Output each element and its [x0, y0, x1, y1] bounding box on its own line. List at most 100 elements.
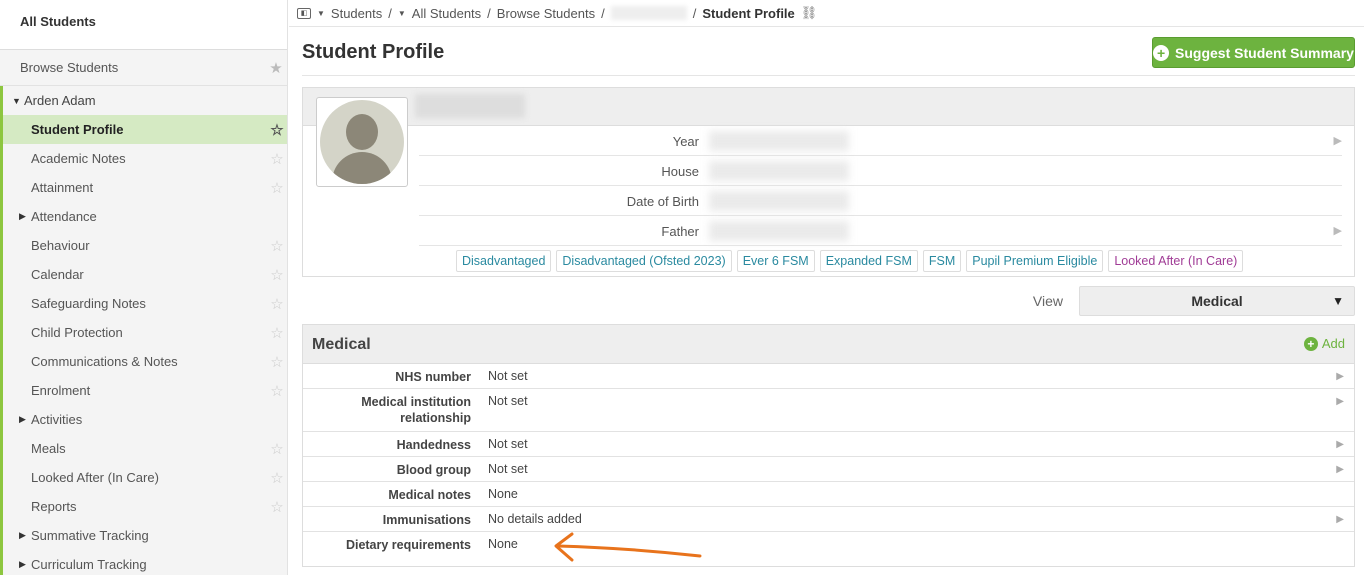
- title-row: Student Profile + Suggest Student Summar…: [302, 36, 1355, 76]
- sidebar-student-name[interactable]: ▼ Arden Adam: [3, 86, 287, 115]
- sidebar-item-behaviour[interactable]: Behaviour ☆: [3, 231, 287, 260]
- tag-looked-after-in-care[interactable]: Looked After (In Care): [1108, 250, 1244, 272]
- caret-right-icon: ▶: [19, 211, 26, 221]
- profile-field-year[interactable]: Year ▶: [419, 126, 1342, 156]
- breadcrumb-browse-students[interactable]: Browse Students: [497, 6, 595, 21]
- star-icon[interactable]: ☆: [269, 498, 285, 516]
- profile-info-rows: Year ▶ House Date of Birth Father ▶: [419, 126, 1342, 246]
- medical-row-blood-group[interactable]: Blood group Not set ▶: [303, 457, 1354, 482]
- tag-pupil-premium-eligible[interactable]: Pupil Premium Eligible: [966, 250, 1104, 272]
- sidebar-item-label: Enrolment: [31, 383, 91, 398]
- sidebar-item-label: Looked After (In Care): [31, 470, 159, 485]
- medical-row-immunisations[interactable]: Immunisations No details added ▶: [303, 507, 1354, 532]
- medical-rows: NHS number Not set ▶ Medical institution re…: [303, 364, 1354, 557]
- breadcrumb-all-students[interactable]: All Students: [412, 6, 481, 21]
- medical-row-value: No details added: [488, 512, 582, 526]
- tag-disadvantaged-ofsted-2023[interactable]: Disadvantaged (Ofsted 2023): [556, 250, 732, 272]
- sidebar-item-summative-tracking[interactable]: ▶ Summative Tracking: [3, 521, 287, 550]
- sidebar-item-browse-students[interactable]: Browse Students ★: [0, 50, 287, 86]
- caret-right-icon: ▶: [19, 559, 26, 569]
- sidebar-item-meals[interactable]: Meals ☆: [3, 434, 287, 463]
- medical-header: Medical + Add: [303, 325, 1354, 364]
- medical-row-label: Medical institution relationship: [361, 395, 471, 425]
- star-icon[interactable]: ★: [268, 59, 284, 77]
- view-row: View Medical ▼: [302, 286, 1355, 316]
- add-medical-button[interactable]: + Add: [1303, 336, 1345, 351]
- profile-field-father[interactable]: Father ▶: [419, 216, 1342, 246]
- sidebar-item-communications-notes[interactable]: Communications & Notes ☆: [3, 347, 287, 376]
- medical-row-label: NHS number: [395, 370, 471, 384]
- caret-right-icon[interactable]: ▶: [1334, 224, 1342, 237]
- chevron-down-icon[interactable]: ▼: [398, 9, 406, 18]
- star-icon[interactable]: ☆: [269, 295, 285, 313]
- caret-down-icon: ▼: [1332, 294, 1344, 308]
- avatar: [316, 97, 408, 187]
- add-label: Add: [1321, 336, 1345, 351]
- sidebar-item-looked-after-in-care[interactable]: Looked After (In Care) ☆: [3, 463, 287, 492]
- sidebar-item-safeguarding-notes[interactable]: Safeguarding Notes ☆: [3, 289, 287, 318]
- breadcrumb-separator: /: [388, 5, 392, 21]
- sidebar-item-label: Meals: [31, 441, 66, 456]
- sidebar-item-academic-notes[interactable]: Academic Notes ☆: [3, 144, 287, 173]
- sidebar-item-label: Calendar: [31, 267, 84, 282]
- star-icon[interactable]: ☆: [269, 179, 285, 197]
- profile-field-label: Date of Birth: [626, 194, 699, 209]
- sidebar-item-label: Reports: [31, 499, 77, 514]
- breadcrumb-students[interactable]: Students: [331, 6, 382, 21]
- medical-row-handedness[interactable]: Handedness Not set ▶: [303, 432, 1354, 457]
- tag-disadvantaged[interactable]: Disadvantaged: [456, 250, 552, 272]
- suggest-summary-button[interactable]: + Suggest Student Summary: [1152, 37, 1355, 68]
- tag-ever-6-fsm[interactable]: Ever 6 FSM: [736, 250, 815, 272]
- star-icon[interactable]: ☆: [269, 469, 285, 487]
- sidebar-item-enrolment[interactable]: Enrolment ☆: [3, 376, 287, 405]
- caret-right-icon[interactable]: ▶: [1336, 439, 1344, 450]
- sidebar: All Students Browse Students ★ ▼ Arden A…: [0, 0, 288, 575]
- star-icon[interactable]: ☆: [269, 150, 285, 168]
- profile-field-value-redacted: [709, 221, 849, 241]
- sidebar-item-attainment[interactable]: Attainment ☆: [3, 173, 287, 202]
- star-icon[interactable]: ☆: [269, 266, 285, 284]
- star-icon[interactable]: ☆: [269, 324, 285, 342]
- medical-row-medical-institution-relationship[interactable]: Medical institution relationship Not set ▶: [303, 389, 1354, 432]
- star-icon[interactable]: ☆: [269, 382, 285, 400]
- star-icon[interactable]: ☆: [269, 237, 285, 255]
- sidebar-item-student-profile[interactable]: Student Profile ☆: [3, 115, 287, 144]
- chevron-down-icon[interactable]: ▼: [317, 9, 325, 18]
- medical-row-value: None: [488, 487, 518, 501]
- star-icon[interactable]: ☆: [269, 353, 285, 371]
- caret-right-icon[interactable]: ▶: [1336, 396, 1344, 407]
- medical-row-nhs-number[interactable]: NHS number Not set ▶: [303, 364, 1354, 389]
- star-icon[interactable]: ☆: [269, 440, 285, 458]
- profile-header: [303, 88, 1354, 126]
- sidebar-item-label: Communications & Notes: [31, 354, 178, 369]
- caret-down-icon: ▼: [12, 95, 21, 106]
- profile-field-value-redacted: [709, 131, 849, 151]
- sidebar-item-child-protection[interactable]: Child Protection ☆: [3, 318, 287, 347]
- sidebar-item-attendance[interactable]: ▶ Attendance: [3, 202, 287, 231]
- sidebar-item-curriculum-tracking[interactable]: ▶ Curriculum Tracking: [3, 550, 287, 575]
- sidebar-item-reports[interactable]: Reports ☆: [3, 492, 287, 521]
- medical-row-value: None: [488, 537, 518, 551]
- tag-expanded-fsm[interactable]: Expanded FSM: [819, 250, 918, 272]
- medical-row-value: Not set: [488, 369, 528, 383]
- star-icon[interactable]: ☆: [269, 121, 285, 139]
- sidebar-student-group: ▼ Arden Adam Student Profile ☆ Academic No…: [0, 86, 287, 575]
- sidebar-item-label: Safeguarding Notes: [31, 296, 146, 311]
- caret-right-icon[interactable]: ▶: [1336, 514, 1344, 525]
- medical-row-label: Medical notes: [388, 488, 471, 502]
- breadcrumb-separator: /: [601, 5, 605, 21]
- profile-field-label: House: [661, 164, 699, 179]
- link-icon[interactable]: ⛓: [801, 5, 818, 21]
- sidebar-toggle-icon[interactable]: ◧: [297, 7, 311, 19]
- view-select[interactable]: Medical ▼: [1079, 286, 1355, 316]
- sidebar-item-calendar[interactable]: Calendar ☆: [3, 260, 287, 289]
- breadcrumb-student-name-redacted[interactable]: [610, 6, 687, 20]
- tag-fsm[interactable]: FSM: [922, 250, 962, 272]
- student-name-redacted: [415, 94, 525, 118]
- view-label: View: [1032, 293, 1063, 309]
- medical-panel: Medical + Add NHS number Not set ▶ Medical …: [302, 324, 1355, 567]
- caret-right-icon[interactable]: ▶: [1336, 464, 1344, 475]
- caret-right-icon[interactable]: ▶: [1336, 371, 1344, 382]
- caret-right-icon[interactable]: ▶: [1334, 134, 1342, 147]
- sidebar-item-activities[interactable]: ▶ Activities: [3, 405, 287, 434]
